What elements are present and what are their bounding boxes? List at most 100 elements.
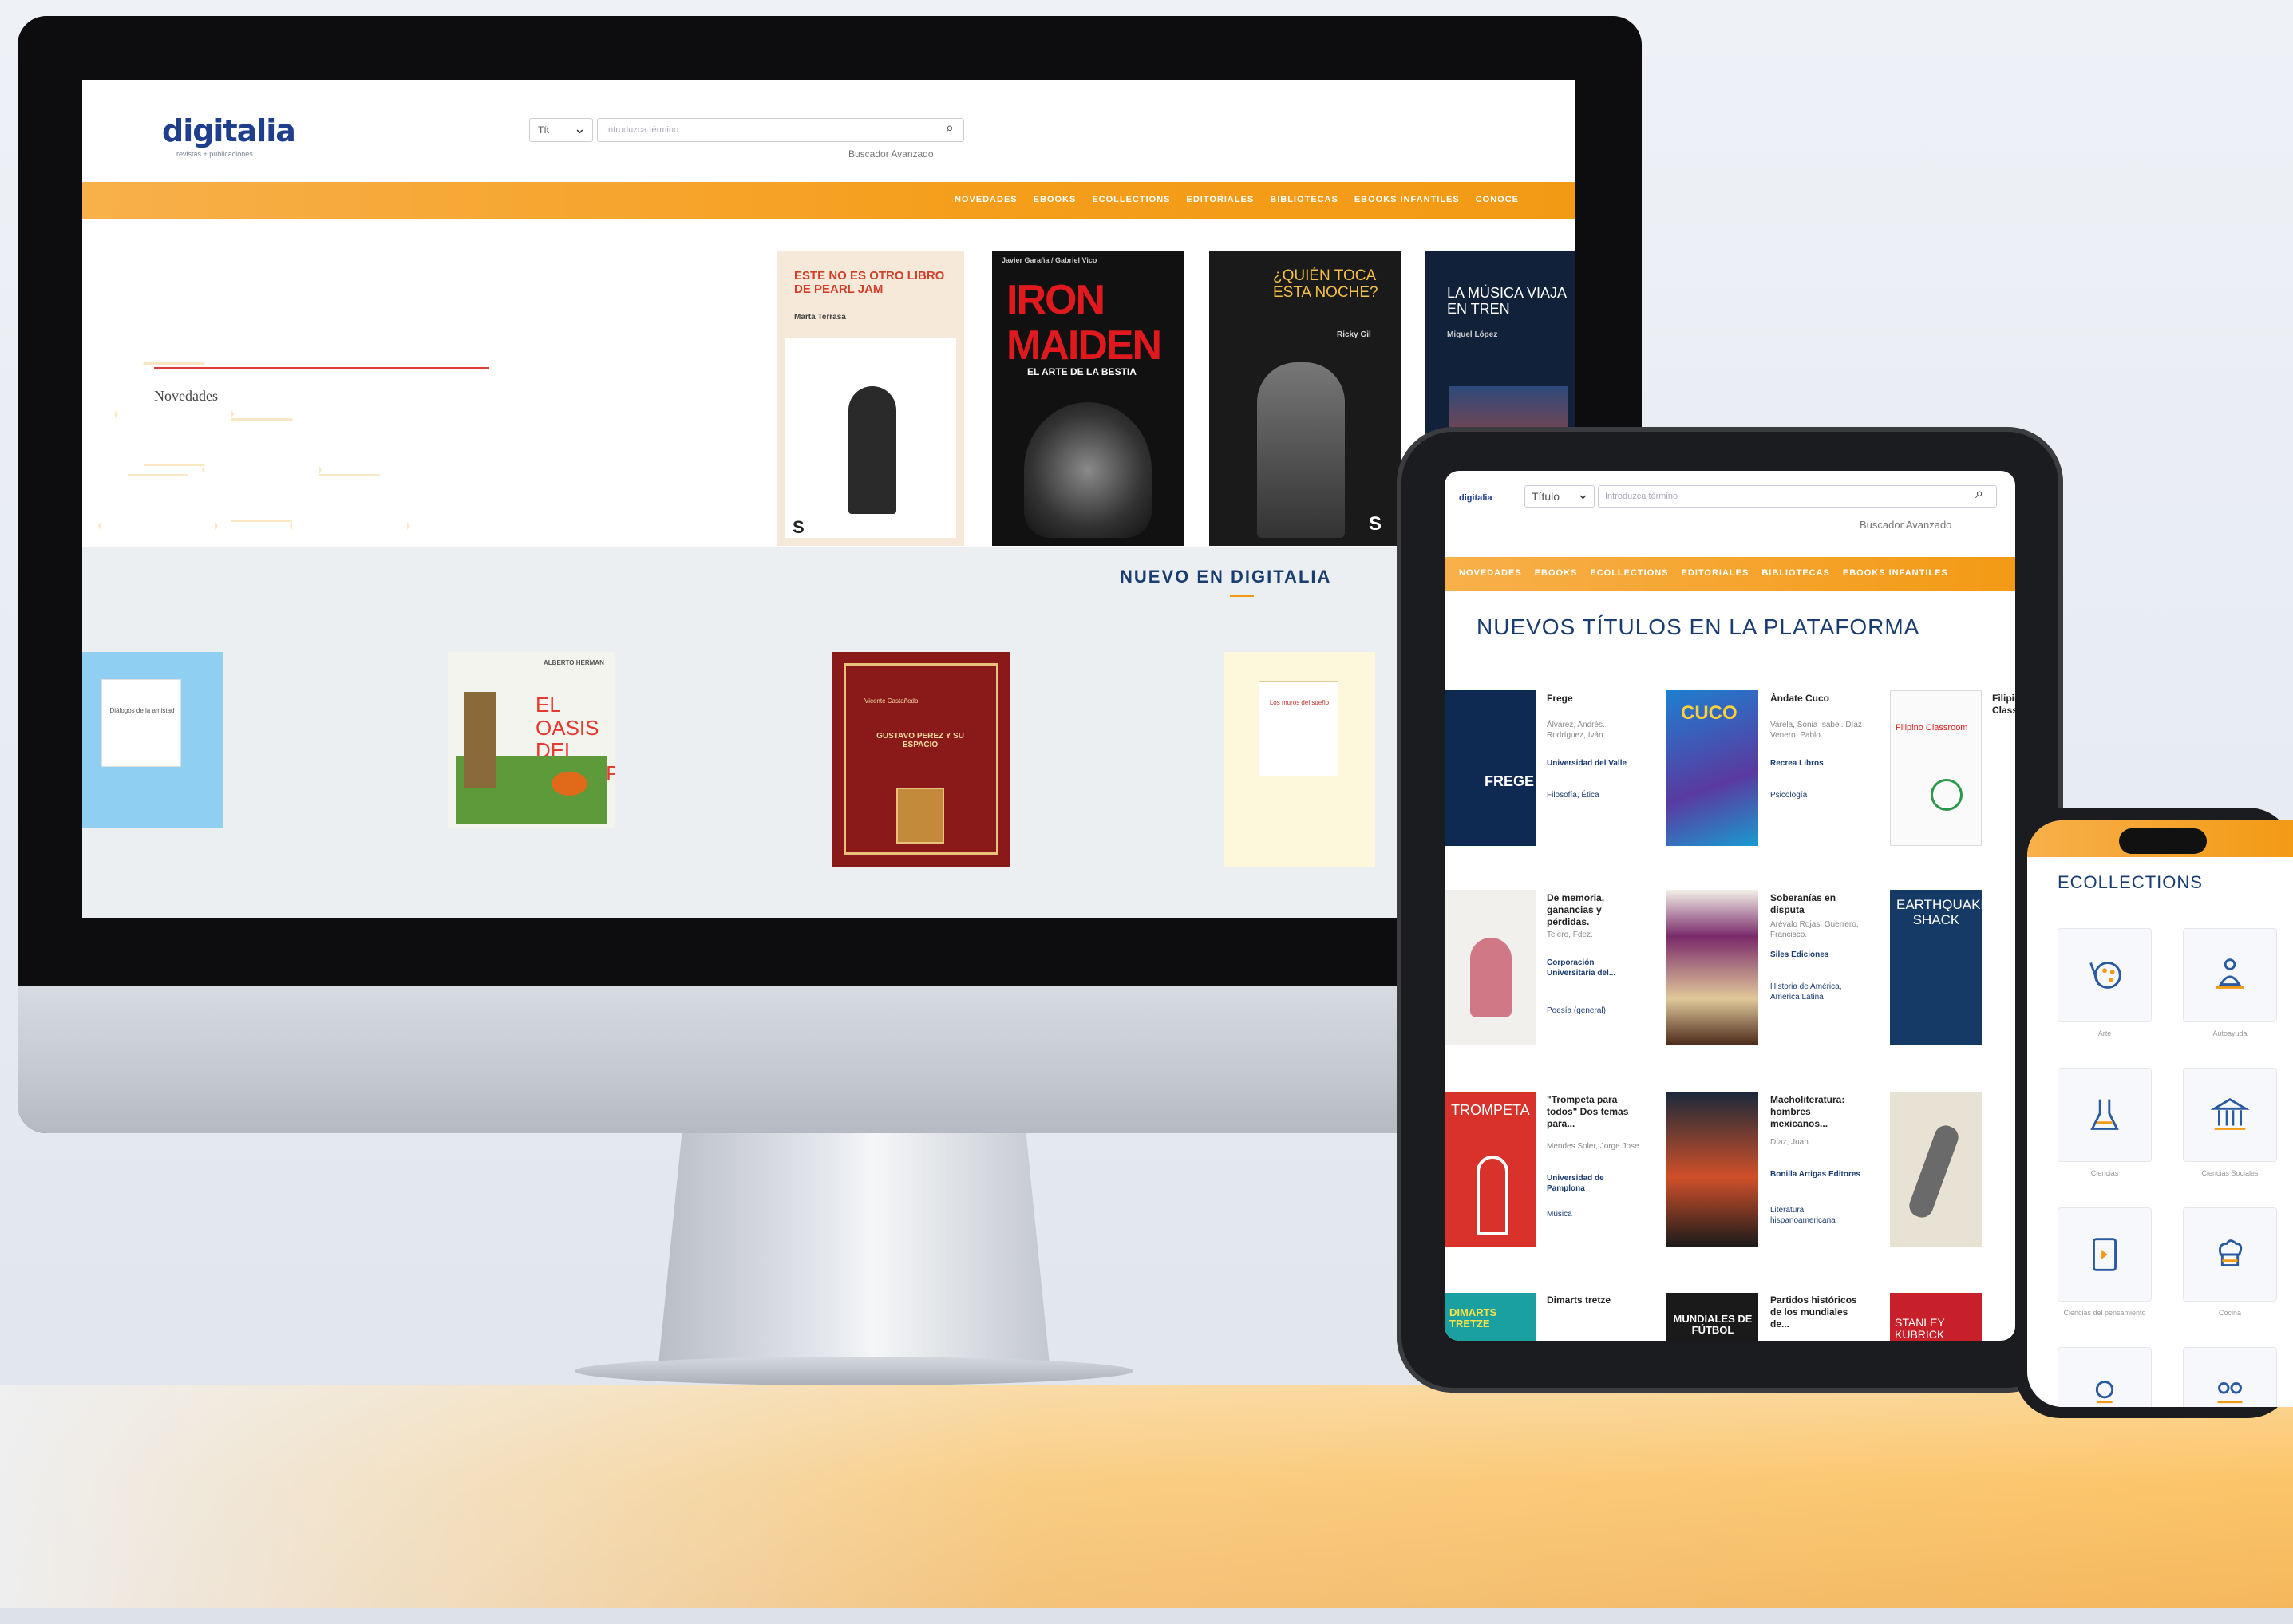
floor-edge [0,1608,2293,1624]
title-category[interactable]: Música [1547,1209,1641,1219]
ecollection-card-cocina[interactable] [2183,1207,2277,1302]
title-name[interactable]: "Trompeta para todos" Dos temas para... [1547,1094,1641,1130]
title-cover[interactable] [1890,1092,1982,1247]
advanced-search-link[interactable]: Buscador Avanzado [848,148,934,160]
flask-icon [2090,1099,2119,1130]
title-authors: Varela, Sonia Isabel. Díaz Venero, Pablo… [1770,721,1862,740]
title-authors: Mendes Soler, Jorge Jose [1547,1142,1639,1151]
title-category[interactable]: Psicología [1770,790,1864,800]
ecollection-label: Cocina [2218,1309,2241,1317]
tablet-search-input[interactable]: Introduzca término [1598,485,1997,508]
title-name[interactable]: Frege [1547,693,1641,705]
title-publisher[interactable]: Corporación Universitaria del... [1547,958,1641,978]
main-nav: NOVEDADES EBOOKS ECOLLECTIONS EDITORIALE… [82,182,1575,219]
palette-icon [2089,962,2121,989]
ecollection-card-autoayuda[interactable] [2183,928,2277,1022]
chevron-down-icon: ⌄ [1576,486,1589,502]
title-category[interactable]: Literatura hispanoamericana [1770,1205,1864,1226]
new-book-cover[interactable]: Vicente Castañedo GUSTAVO PEREZ Y SU ESP… [832,652,1010,867]
digitalia-logo[interactable]: digitalia [162,113,296,148]
nav-ebooks[interactable]: EBOOKS [1535,568,1578,578]
tablet-nav: NOVEDADES EBOOKS ECOLLECTIONS EDITORIALE… [1445,557,2015,591]
nav-ebooks[interactable]: EBOOKS [1034,195,1077,204]
tablet-search-type-select[interactable]: Título ⌄ [1524,485,1595,508]
phone-screen: ECOLLECTIONS Arte Autoayuda Ciencias Cie… [2027,820,2293,1407]
ecollection-label: Autoayuda [2212,1029,2248,1037]
title-category[interactable]: Filosofía, Ética [1547,790,1641,800]
title-cover[interactable]: EARTHQUAKE SHACK [1890,890,1982,1045]
floor-fade [0,1385,2293,1624]
imac-stand-foot [575,1357,1133,1385]
ecollection-card-arte[interactable] [2058,928,2152,1022]
tablet-icon [2093,1238,2117,1271]
search-input[interactable]: Introduzca término [597,118,964,142]
ecollection-label: Ciencias Sociales [2201,1169,2259,1177]
tablet-logo[interactable]: digitalia [1459,493,1492,503]
title-cover[interactable]: CUCO [1666,690,1758,846]
title-name[interactable]: Soberanías en disputa [1770,892,1864,916]
new-book-cover[interactable]: Los muros del sueño [1224,652,1375,867]
hero-banner [82,219,769,546]
nav-ecollections[interactable]: ECOLLECTIONS [1590,568,1668,578]
title-name[interactable]: Ándate Cuco [1770,693,1864,705]
title-name[interactable]: Partidos históricos de los mundiales de.… [1770,1294,1864,1330]
chevron-down-icon: ⌄ [573,121,586,136]
hero-book-cover[interactable]: ¿QUIÉN TOCA ESTA NOCHE? Ricky Gil S [1209,251,1401,546]
sport-icon [2095,1381,2114,1404]
tablet-advanced-search-link[interactable]: Buscador Avanzado [1860,519,1951,531]
ecollection-card-deportes[interactable] [2058,1347,2152,1407]
nav-ebooks-infantiles[interactable]: EBOOKS INFANTILES [1354,195,1460,204]
nav-novedades[interactable]: NOVEDADES [955,195,1018,204]
title-name[interactable]: Filipino Classroom [1992,693,2015,717]
new-book-cover[interactable]: ALBERTO HERMAN EL OASIS DEL PRINCIPITO [448,652,615,828]
nav-bibliotecas[interactable]: BIBLIOTECAS [1270,195,1338,204]
search-icon[interactable]: ⌕ [1975,485,1983,502]
search-type-select[interactable]: Tít ⌄ [529,118,593,142]
title-name[interactable]: Macholiteratura: hombres mexicanos... [1770,1094,1864,1130]
logo-subtitle: revistas + publicaciones [176,150,253,158]
building-icon [2210,1097,2250,1130]
title-category[interactable]: Historia de América, América Latina [1770,982,1864,1002]
title-name[interactable]: Dimarts tretze [1547,1294,1641,1306]
nav-editoriales[interactable]: EDITORIALES [1186,195,1254,204]
title-cover[interactable] [1666,1092,1758,1247]
new-book-cover[interactable]: Diálogos de la amistad [82,652,223,828]
ecollection-card-pensamiento[interactable] [2058,1207,2152,1302]
section-title: NUEVO EN DIGITALIA [1120,567,1332,587]
meditation-icon [2216,958,2244,989]
chef-icon [2218,1239,2243,1266]
hero-label: Novedades [154,388,218,404]
nav-novedades[interactable]: NOVEDADES [1459,568,1522,578]
title-authors: Álvarez, Andrés. Rodríguez, Iván. [1547,721,1606,740]
ecollection-card-educacion[interactable] [2183,1347,2277,1407]
ecollection-card-ciencias[interactable] [2058,1068,2152,1162]
title-cover[interactable] [1445,890,1536,1045]
title-cover[interactable]: FREGE [1445,690,1536,846]
title-category[interactable]: Poesía (general) [1547,1006,1641,1016]
nav-ebooks-infantiles[interactable]: EBOOKS INFANTILES [1843,568,1948,578]
hero-book-cover[interactable]: ESTE NO ES OTRO LIBRO DE PEARL JAM Marta… [777,251,964,546]
nav-editoriales[interactable]: EDITORIALES [1682,568,1749,578]
hero-book-cover[interactable]: Javier Garaña / Gabriel Vico IRON MAIDEN… [992,251,1184,546]
ecollection-label: Ciencias [2090,1169,2119,1177]
title-publisher[interactable]: Universidad de Pamplona [1547,1173,1641,1194]
title-publisher[interactable]: Universidad del Valle [1547,758,1641,769]
title-cover[interactable]: MUNDIALES DE FÚTBOL [1666,1293,1758,1341]
title-name[interactable]: De memoria, ganancias y pérdidas. [1547,892,1641,928]
search-icon[interactable]: ⌕ [946,120,954,136]
phone-heading: ECOLLECTIONS [2058,872,2203,892]
phone-notch [2119,828,2207,854]
title-cover[interactable]: Filipino Classroom [1890,690,1982,846]
title-authors: Díaz, Juan. [1770,1138,1811,1147]
nav-bibliotecas[interactable]: BIBLIOTECAS [1761,568,1830,578]
nav-conoce[interactable]: CONOCE [1476,195,1519,204]
ecollection-card-ciencias-sociales[interactable] [2183,1068,2277,1162]
title-cover[interactable] [1666,890,1758,1045]
title-cover[interactable]: TROMPETA [1445,1092,1536,1247]
nav-ecollections[interactable]: ECOLLECTIONS [1092,195,1170,204]
title-publisher[interactable]: Bonilla Artigas Editores [1770,1169,1864,1179]
title-publisher[interactable]: Siles Ediciones [1770,950,1864,960]
title-cover[interactable]: STANLEY KUBRICK [1890,1293,1982,1341]
title-cover[interactable]: DIMARTS TRETZE [1445,1293,1536,1341]
title-publisher[interactable]: Recrea Libros [1770,758,1864,769]
